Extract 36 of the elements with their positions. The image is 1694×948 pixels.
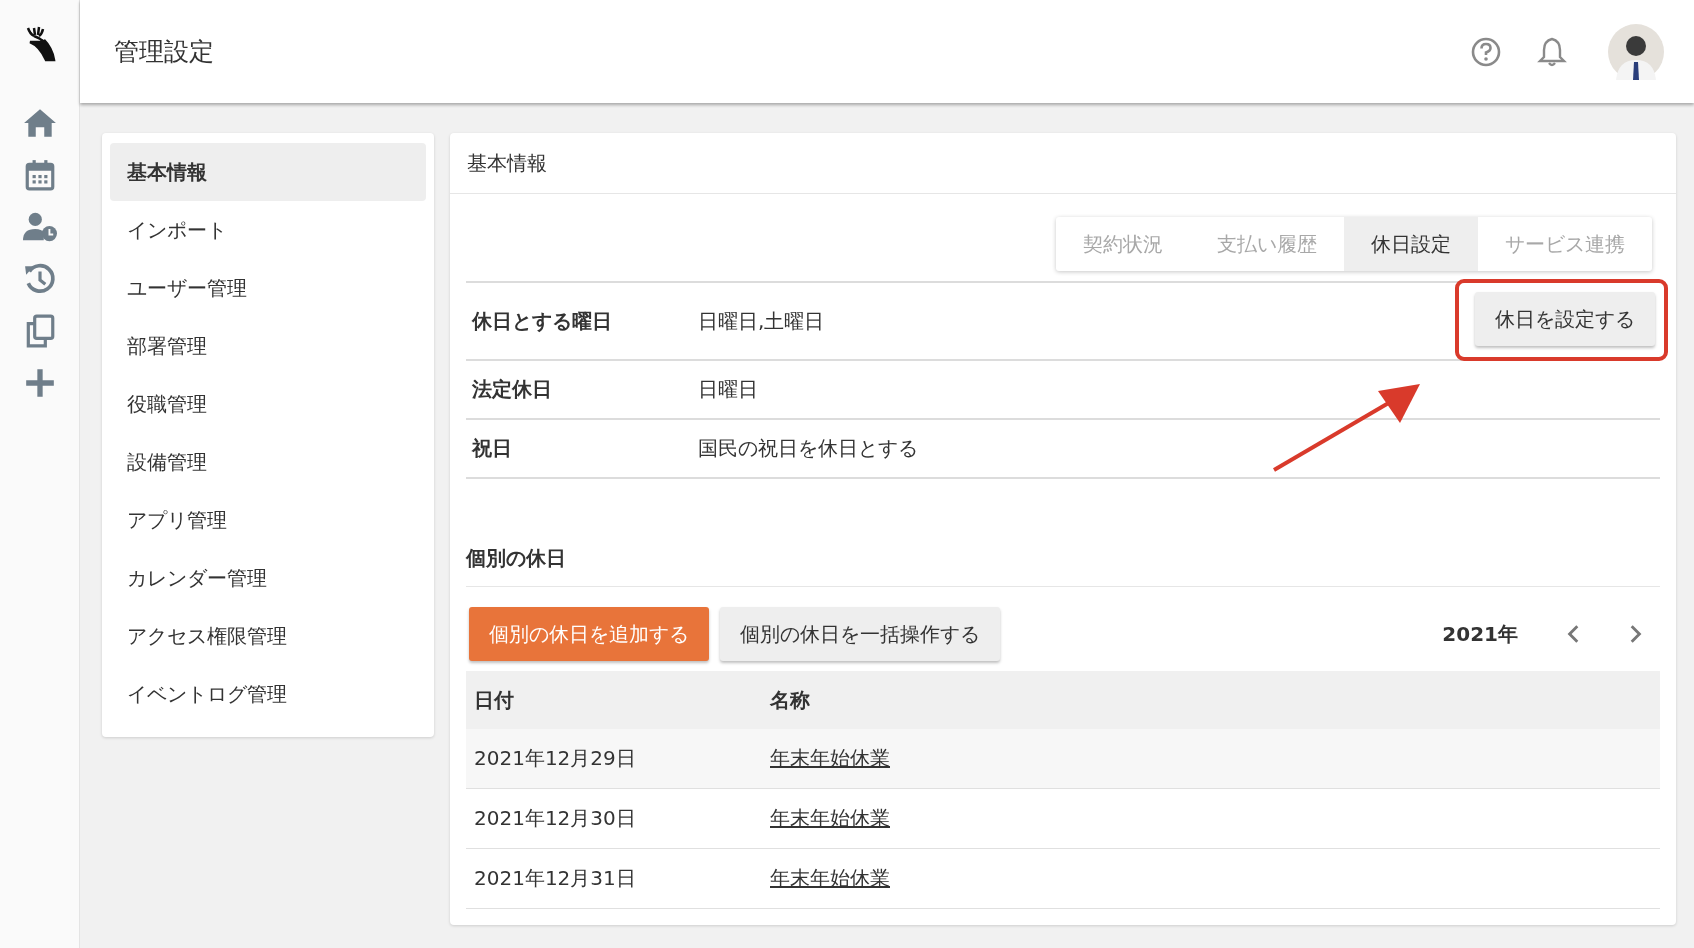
column-header: 日付	[473, 686, 515, 714]
holiday-link[interactable]: 年末年始休業	[770, 806, 890, 830]
menu-item[interactable]: アプリ管理	[110, 491, 426, 549]
avatar[interactable]	[1608, 23, 1664, 80]
page-title: 管理設定	[114, 36, 214, 68]
bulk-edit-button[interactable]: 個別の休日を一括操作する	[720, 607, 1000, 661]
menu-item[interactable]: 基本情報	[110, 143, 426, 201]
table-cell-text: 2021年12月30日	[473, 805, 637, 832]
user-clock-icon[interactable]	[22, 210, 57, 244]
help-icon[interactable]	[1470, 35, 1502, 68]
column-header: 名称	[770, 686, 811, 714]
menu-item[interactable]: 設備管理	[110, 433, 426, 491]
menu-item[interactable]: ユーザー管理	[110, 259, 426, 317]
menu-item[interactable]: カレンダー管理	[110, 549, 426, 607]
setting-value: 日曜日	[698, 376, 759, 403]
tab[interactable]: 休日設定	[1344, 217, 1478, 271]
setting-label: 法定休日	[471, 376, 553, 403]
table-cell-text: 2021年12月31日	[473, 865, 637, 892]
setting-value: 国民の祝日を休日とする	[698, 435, 919, 462]
section-title: 個別の休日	[466, 531, 1660, 587]
menu-item[interactable]: イベントログ管理	[110, 665, 426, 723]
bell-icon[interactable]	[1536, 35, 1568, 68]
menu-item[interactable]: アクセス権限管理	[110, 607, 426, 665]
set-holiday-button[interactable]: 休日を設定する	[1475, 292, 1655, 346]
year-label: 2021年	[1442, 620, 1518, 648]
history-icon[interactable]	[22, 262, 57, 296]
setting-label: 休日とする曜日	[471, 307, 613, 335]
card-title: 基本情報	[450, 133, 1676, 194]
table-cell-text: 2021年12月29日	[473, 745, 637, 772]
holiday-link[interactable]: 年末年始休業	[770, 746, 890, 770]
menu-item[interactable]: インポート	[110, 201, 426, 259]
menu-item[interactable]: 役職管理	[110, 375, 426, 433]
setting-value: 日曜日,土曜日	[698, 307, 826, 335]
setting-label: 祝日	[471, 435, 513, 462]
holiday-link[interactable]: 年末年始休業	[770, 866, 890, 890]
menu-item[interactable]: 部署管理	[110, 317, 426, 375]
